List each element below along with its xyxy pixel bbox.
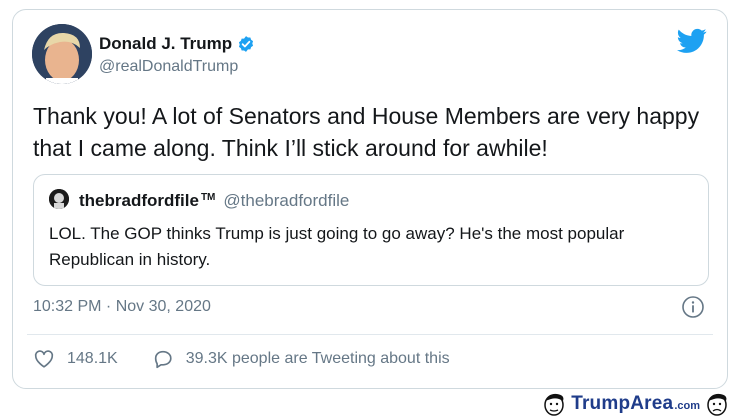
tweeting-about-text: 39.3K people are Tweeting about this: [185, 350, 450, 367]
author-handle[interactable]: @realDonaldTrump: [99, 58, 238, 76]
watermark-brand: TrumpArea: [571, 393, 674, 414]
heart-icon: [34, 350, 54, 368]
twitter-bird-icon[interactable]: [677, 28, 707, 54]
trademark-mark: TM: [200, 192, 216, 203]
quoted-tweet[interactable]: thebradfordfile TM @thebradfordfile LOL.…: [33, 174, 709, 286]
quoted-avatar: [49, 189, 69, 209]
comment-icon: [154, 350, 172, 369]
cartoon-face-icon: [707, 393, 727, 416]
tweet-text: Thank you! A lot of Senators and House M…: [33, 103, 700, 161]
watermark-suffix: .com: [674, 400, 700, 412]
author-name[interactable]: Donald J. Trump: [99, 34, 232, 54]
conversation-button[interactable]: 39.3K people are Tweeting about this: [152, 348, 450, 370]
quoted-author-handle[interactable]: @thebradfordfile: [223, 191, 349, 211]
author-avatar[interactable]: [32, 24, 92, 84]
divider: [27, 334, 713, 335]
tweet-timestamp[interactable]: 10:32 PM · Nov 30, 2020: [33, 298, 211, 316]
quoted-text: LOL. The GOP thinks Trump is just going …: [49, 224, 625, 269]
site-watermark: TrumpArea .com: [541, 390, 730, 418]
verified-badge-icon: [239, 36, 254, 52]
tweet-card: Donald J. Trump @realDonaldTrump Thank y…: [12, 9, 728, 389]
quoted-author-name[interactable]: thebradfordfile: [79, 191, 199, 211]
like-count: 148.1K: [67, 350, 118, 367]
like-button[interactable]: 148.1K: [33, 348, 118, 370]
info-icon[interactable]: [681, 295, 705, 319]
cartoon-face-icon: [544, 393, 564, 416]
